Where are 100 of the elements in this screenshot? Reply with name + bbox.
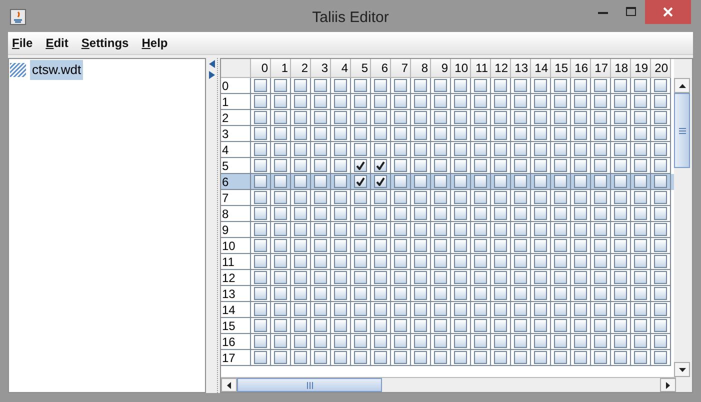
checkbox[interactable] — [414, 207, 427, 220]
checkbox[interactable] — [394, 335, 407, 348]
checkbox[interactable] — [494, 271, 507, 284]
checkbox[interactable] — [394, 271, 407, 284]
checkbox[interactable] — [434, 143, 447, 156]
checkbox[interactable] — [274, 239, 287, 252]
checkbox[interactable] — [414, 223, 427, 236]
checkbox[interactable] — [474, 95, 487, 108]
checkbox[interactable] — [574, 271, 587, 284]
checkbox[interactable] — [254, 191, 267, 204]
checkbox[interactable] — [294, 287, 307, 300]
column-header[interactable]: 14 — [531, 59, 551, 78]
checkbox[interactable] — [654, 95, 667, 108]
column-header[interactable]: 8 — [411, 59, 431, 78]
checkbox[interactable] — [434, 351, 447, 364]
checkbox[interactable] — [554, 335, 567, 348]
checkbox[interactable] — [294, 111, 307, 124]
checkbox[interactable] — [494, 95, 507, 108]
checkbox[interactable] — [354, 143, 367, 156]
checkbox[interactable] — [354, 159, 367, 172]
checkbox[interactable] — [654, 111, 667, 124]
menu-item[interactable]: File — [12, 34, 33, 52]
table-row[interactable]: 3 — [221, 126, 674, 142]
table-row[interactable]: 13 — [221, 286, 674, 302]
checkbox[interactable] — [394, 303, 407, 316]
checkbox[interactable] — [334, 79, 347, 92]
checkbox[interactable] — [514, 335, 527, 348]
checkbox[interactable] — [534, 319, 547, 332]
checkbox[interactable] — [294, 351, 307, 364]
checkbox[interactable] — [574, 111, 587, 124]
checkbox[interactable] — [274, 191, 287, 204]
checkbox[interactable] — [294, 335, 307, 348]
column-header[interactable]: 19 — [631, 59, 651, 78]
checkbox[interactable] — [554, 319, 567, 332]
checkbox[interactable] — [334, 111, 347, 124]
column-header[interactable]: 7 — [391, 59, 411, 78]
checkbox[interactable] — [474, 255, 487, 268]
checkbox[interactable] — [494, 255, 507, 268]
checkbox[interactable] — [454, 79, 467, 92]
table-row[interactable]: 2 — [221, 110, 674, 126]
checkbox[interactable] — [474, 223, 487, 236]
checkbox[interactable] — [514, 319, 527, 332]
checkbox[interactable] — [294, 127, 307, 140]
checkbox[interactable] — [494, 191, 507, 204]
checkbox[interactable] — [254, 319, 267, 332]
checkbox[interactable] — [414, 79, 427, 92]
checkbox[interactable] — [374, 79, 387, 92]
column-header[interactable]: 5 — [351, 59, 371, 78]
checkbox[interactable] — [494, 287, 507, 300]
checkbox[interactable] — [374, 271, 387, 284]
checkbox[interactable] — [514, 95, 527, 108]
checkbox[interactable] — [434, 287, 447, 300]
checkbox[interactable] — [374, 319, 387, 332]
checkbox[interactable] — [654, 79, 667, 92]
checkbox[interactable] — [254, 175, 267, 188]
table-row[interactable]: 10 — [221, 238, 674, 254]
checkbox[interactable] — [634, 335, 647, 348]
checkbox[interactable] — [434, 159, 447, 172]
checkbox[interactable] — [254, 335, 267, 348]
checkbox[interactable] — [314, 159, 327, 172]
checkbox[interactable] — [614, 239, 627, 252]
checkbox[interactable] — [254, 223, 267, 236]
checkbox[interactable] — [254, 239, 267, 252]
checkbox[interactable] — [534, 207, 547, 220]
checkbox[interactable] — [454, 111, 467, 124]
table-row[interactable]: 14 — [221, 302, 674, 318]
checkbox[interactable] — [434, 175, 447, 188]
checkbox[interactable] — [434, 79, 447, 92]
checkbox[interactable] — [254, 79, 267, 92]
checkbox[interactable] — [654, 191, 667, 204]
checkbox[interactable] — [654, 223, 667, 236]
table-row[interactable]: 7 — [221, 190, 674, 206]
checkbox[interactable] — [254, 159, 267, 172]
checkbox[interactable] — [614, 335, 627, 348]
checkbox[interactable] — [434, 191, 447, 204]
checkbox[interactable] — [454, 143, 467, 156]
checkbox[interactable] — [474, 335, 487, 348]
checkbox[interactable] — [614, 351, 627, 364]
checkbox[interactable] — [454, 351, 467, 364]
checkbox[interactable] — [634, 111, 647, 124]
table-row[interactable]: 17 — [221, 350, 674, 366]
checkbox[interactable] — [634, 351, 647, 364]
checkbox[interactable] — [414, 127, 427, 140]
checkbox[interactable] — [374, 191, 387, 204]
checkbox[interactable] — [254, 143, 267, 156]
checkbox[interactable] — [454, 191, 467, 204]
checkbox[interactable] — [334, 127, 347, 140]
checkbox[interactable] — [474, 175, 487, 188]
checkbox[interactable] — [274, 159, 287, 172]
checkbox[interactable] — [294, 239, 307, 252]
checkbox[interactable] — [274, 319, 287, 332]
checkbox[interactable] — [654, 271, 667, 284]
checkbox[interactable] — [614, 255, 627, 268]
checkbox[interactable] — [334, 175, 347, 188]
checkbox[interactable] — [274, 143, 287, 156]
checkbox[interactable] — [634, 319, 647, 332]
checkbox[interactable] — [314, 271, 327, 284]
checkbox[interactable] — [414, 271, 427, 284]
checkbox[interactable] — [514, 191, 527, 204]
checkbox[interactable] — [574, 255, 587, 268]
